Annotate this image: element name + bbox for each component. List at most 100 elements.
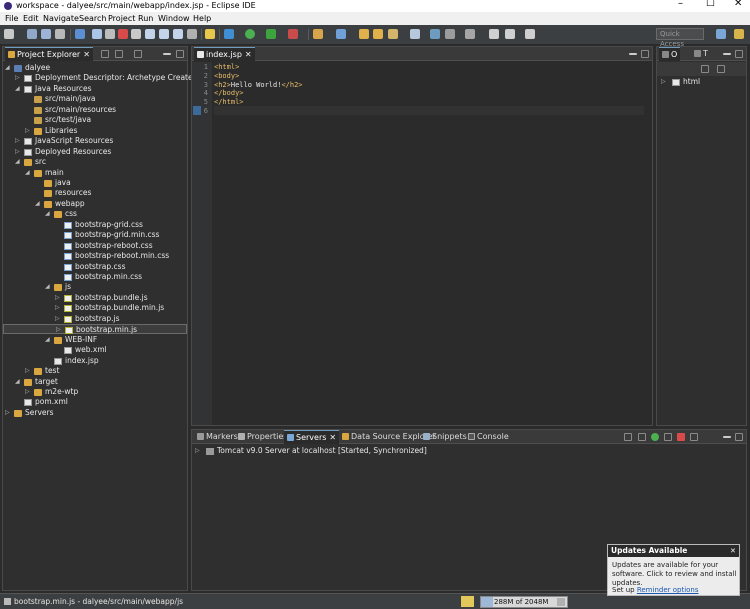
save-all-icon[interactable] — [41, 29, 51, 39]
expand-icon[interactable]: ▷ — [55, 293, 61, 303]
start-server-icon[interactable] — [651, 433, 659, 441]
terminate-icon[interactable] — [118, 29, 128, 39]
collapse-icon[interactable]: ◢ — [15, 84, 21, 94]
new-icon[interactable] — [4, 29, 14, 39]
back-icon[interactable] — [489, 29, 499, 39]
close-icon[interactable]: ✕ — [83, 50, 90, 59]
close-button[interactable]: ✕ — [734, 0, 742, 9]
garbage-collect-icon[interactable] — [557, 598, 565, 606]
open-perspective-icon[interactable] — [716, 29, 726, 39]
bottom-view-menu-icon[interactable] — [710, 433, 718, 441]
expand-icon[interactable]: ▷ — [195, 446, 201, 456]
expand-icon[interactable]: ▷ — [25, 126, 31, 136]
save-icon[interactable] — [27, 29, 37, 39]
minimize-outline-icon[interactable] — [723, 53, 731, 55]
collapse-icon[interactable]: ◢ — [35, 199, 41, 209]
expand-icon[interactable]: ▷ — [55, 303, 61, 313]
step-return-icon[interactable] — [173, 29, 183, 39]
publish-icon[interactable] — [690, 433, 698, 441]
profile-server-icon[interactable] — [664, 433, 672, 441]
menu-run[interactable]: Run — [138, 14, 153, 23]
collapse-all-icon[interactable] — [101, 50, 109, 58]
menu-project[interactable]: Project — [108, 14, 135, 23]
sort-icon[interactable] — [701, 65, 709, 73]
quick-access-input[interactable]: Quick Access — [656, 28, 704, 48]
menu-file[interactable]: File — [5, 14, 18, 23]
launch-icon[interactable] — [461, 596, 474, 607]
code-line[interactable]: <body> — [214, 72, 239, 80]
disconnect-icon[interactable] — [131, 29, 141, 39]
updates-popup[interactable]: Updates Available ✕ Updates are availabl… — [607, 544, 740, 596]
close-icon[interactable]: ✕ — [730, 547, 736, 555]
minimize-button[interactable]: – — [678, 0, 683, 9]
maximize-editor-icon[interactable] — [641, 50, 649, 58]
expand-icon[interactable]: ▷ — [55, 314, 61, 324]
expand-icon[interactable]: ▷ — [5, 408, 11, 418]
expand-icon[interactable]: ▷ — [25, 366, 31, 376]
suspend-icon[interactable] — [105, 29, 115, 39]
menu-help[interactable]: Help — [193, 14, 211, 23]
collapse-icon[interactable] — [717, 65, 725, 73]
debug-server-icon[interactable] — [638, 433, 646, 441]
link-editor-icon[interactable] — [115, 50, 123, 58]
print-icon[interactable] — [55, 29, 65, 39]
updates-popup-body[interactable]: Updates are available for your software.… — [612, 561, 738, 588]
pen-icon[interactable] — [388, 29, 398, 39]
expand-icon[interactable]: ▷ — [56, 325, 62, 335]
expand-icon[interactable]: ▷ — [25, 387, 31, 397]
annotation-icon[interactable] — [445, 29, 455, 39]
code-line[interactable]: <h2>Hello World!</h2> — [214, 81, 303, 89]
tab-task-list[interactable]: T — [691, 47, 711, 61]
code-line[interactable]: </body> — [214, 89, 244, 97]
forward-icon[interactable] — [505, 29, 515, 39]
toggle-icon[interactable] — [430, 29, 440, 39]
reminder-options-link[interactable]: Reminder options — [637, 586, 699, 594]
outline-view-menu-icon[interactable] — [733, 65, 741, 73]
expand-icon[interactable]: ▷ — [15, 136, 21, 146]
close-icon[interactable]: ✕ — [245, 50, 252, 59]
expand-icon[interactable]: ▷ — [661, 77, 667, 87]
maximize-view-icon[interactable] — [176, 50, 184, 58]
collapse-icon[interactable]: ◢ — [5, 63, 11, 73]
menu-navigate[interactable]: Navigate — [43, 14, 79, 23]
expand-icon[interactable]: ▷ — [15, 147, 21, 157]
resume-icon[interactable] — [92, 29, 102, 39]
stop-server-icon[interactable] — [677, 433, 685, 441]
open-folder-icon[interactable] — [373, 29, 383, 39]
tab-snippets[interactable]: Snippets — [420, 430, 470, 444]
new-server-icon[interactable] — [624, 433, 632, 441]
menu-search[interactable]: Search — [79, 14, 106, 23]
heap-status[interactable]: 288M of 2048M — [480, 596, 568, 608]
next-annotation-icon[interactable] — [465, 29, 475, 39]
code-line[interactable]: <html> — [214, 63, 239, 71]
tab-servers[interactable]: Servers ✕ — [284, 430, 340, 444]
minimize-view-icon[interactable] — [163, 53, 171, 55]
run-as-icon[interactable] — [266, 29, 276, 39]
search-icon[interactable] — [410, 29, 420, 39]
tab-index-jsp[interactable]: index.jsp ✕ — [194, 47, 255, 61]
code-line[interactable]: </html> — [214, 98, 244, 106]
build-icon[interactable] — [75, 29, 85, 39]
maximize-bottom-icon[interactable] — [735, 433, 743, 441]
collapse-icon[interactable]: ◢ — [15, 157, 21, 167]
server-icon[interactable] — [224, 29, 234, 39]
tree-item[interactable]: ▷ bootstrap.min.js — [3, 324, 187, 335]
new-project-icon[interactable] — [313, 29, 323, 39]
minimize-editor-icon[interactable] — [629, 53, 637, 55]
tab-console[interactable]: Console — [465, 430, 512, 444]
close-icon[interactable]: ✕ — [329, 433, 336, 442]
tab-project-explorer[interactable]: Project Explorer ✕ — [5, 47, 93, 61]
run-icon[interactable] — [245, 29, 255, 39]
drop-to-frame-icon[interactable] — [187, 29, 197, 39]
filter-icon[interactable] — [134, 50, 142, 58]
collapse-icon[interactable]: ◢ — [45, 335, 51, 345]
code-editor[interactable]: 1 <html> 2 <body> 3 <h2>Hello World!</h2> 4 </b… — [192, 62, 652, 422]
maximize-button[interactable]: ☐ — [706, 0, 715, 9]
collapse-icon[interactable]: ◢ — [15, 377, 21, 387]
tab-outline[interactable]: O — [659, 47, 681, 61]
collapse-icon[interactable]: ◢ — [45, 209, 51, 219]
collapse-icon[interactable]: ◢ — [45, 282, 51, 292]
new-class-icon[interactable] — [336, 29, 346, 39]
open-type-icon[interactable] — [359, 29, 369, 39]
tab-properties[interactable]: Properties — [235, 430, 290, 444]
